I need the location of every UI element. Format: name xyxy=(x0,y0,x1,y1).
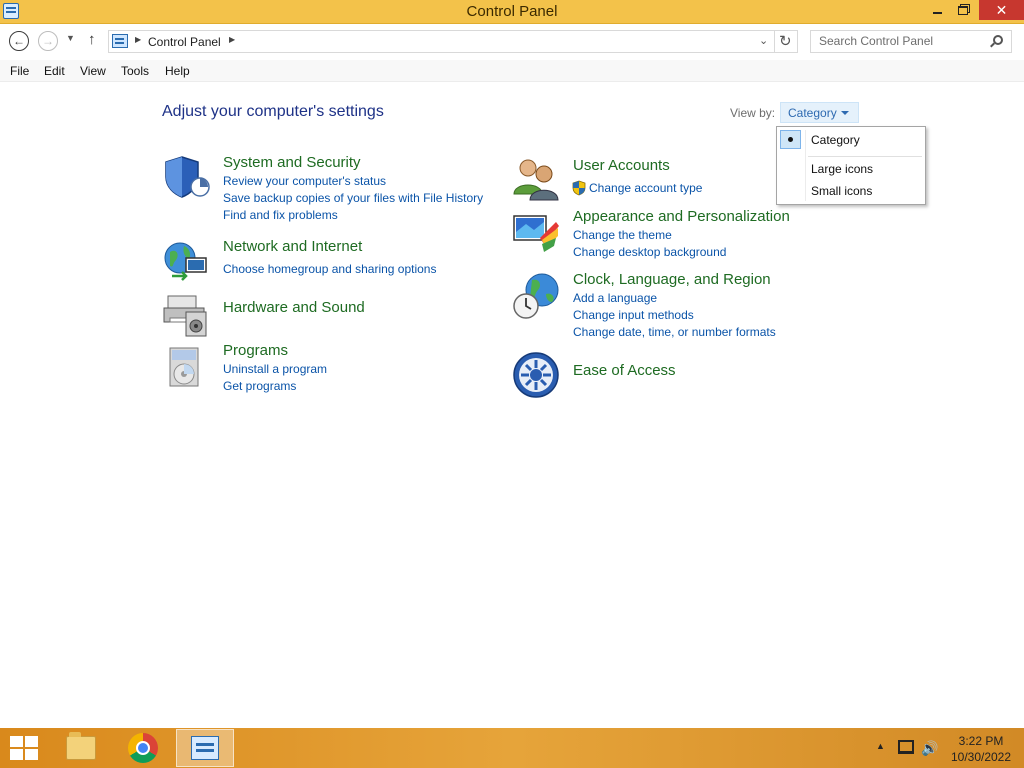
forward-button[interactable]: → xyxy=(38,31,58,51)
link-change-date-formats[interactable]: Change date, time, or number formats xyxy=(573,325,776,339)
user-accounts-icon[interactable] xyxy=(512,154,560,202)
network-status-icon[interactable] xyxy=(898,740,914,754)
appearance-palette-icon[interactable] xyxy=(512,210,560,258)
title-bar: Control Panel ✕ xyxy=(0,0,1024,24)
restore-icon xyxy=(958,5,968,15)
forward-arrow-icon: → xyxy=(42,34,54,48)
taskbar-file-explorer[interactable] xyxy=(52,729,110,767)
refresh-icon[interactable]: ↻ xyxy=(779,32,792,50)
address-field[interactable]: ▶ Control Panel ▶ ⌄ ↻ xyxy=(108,30,798,53)
category-appearance[interactable]: Appearance and Personalization xyxy=(573,208,790,225)
breadcrumb-control-panel[interactable]: Control Panel xyxy=(148,35,221,49)
category-system-security[interactable]: System and Security xyxy=(223,154,361,171)
windows-logo-icon xyxy=(10,736,23,747)
dropdown-caret-icon xyxy=(841,111,849,115)
address-dropdown-chevron-icon[interactable]: ⌄ xyxy=(759,34,768,47)
link-get-programs[interactable]: Get programs xyxy=(223,379,296,393)
view-by-label: View by: xyxy=(730,106,776,120)
page-heading: Adjust your computer's settings xyxy=(162,103,384,120)
address-divider xyxy=(774,31,775,52)
category-hardware-sound[interactable]: Hardware and Sound xyxy=(223,299,365,316)
link-desktop-background[interactable]: Change desktop background xyxy=(573,245,726,259)
control-panel-icon xyxy=(191,736,219,760)
view-by-menu: Category Large icons Small icons xyxy=(776,126,926,205)
show-hidden-icons-icon[interactable]: ▲ xyxy=(876,741,885,768)
search-icon[interactable] xyxy=(993,35,1003,45)
menu-separator xyxy=(808,156,922,157)
link-homegroup-sharing[interactable]: Choose homegroup and sharing options xyxy=(223,262,436,276)
link-file-history[interactable]: Save backup copies of your files with Fi… xyxy=(223,191,483,205)
folder-icon xyxy=(66,732,96,760)
category-network-internet[interactable]: Network and Internet xyxy=(223,238,362,255)
taskbar-control-panel[interactable] xyxy=(176,729,234,767)
address-bar-row: ← → ▼ ↑ ▶ Control Panel ▶ ⌄ ↻ xyxy=(0,24,1024,60)
programs-icon[interactable] xyxy=(162,342,210,390)
shield-icon[interactable] xyxy=(162,153,210,201)
taskbar-chrome[interactable] xyxy=(114,729,172,767)
taskbar: ▲ 🔊 3:22 PM 10/30/2022 xyxy=(0,728,1024,768)
category-programs[interactable]: Programs xyxy=(223,342,288,359)
restore-button[interactable] xyxy=(950,0,976,20)
breadcrumb-separator-icon[interactable]: ▶ xyxy=(135,35,141,44)
search-input[interactable] xyxy=(811,31,981,51)
menu-gutter xyxy=(805,130,806,201)
category-user-accounts[interactable]: User Accounts xyxy=(573,157,670,174)
chrome-icon xyxy=(128,733,158,763)
view-option-large-icons[interactable]: Large icons xyxy=(811,162,873,176)
clock-time: 3:22 PM xyxy=(958,734,1004,748)
view-by-value: Category xyxy=(788,106,837,120)
control-panel-icon xyxy=(112,34,128,48)
up-arrow-icon[interactable]: ↑ xyxy=(88,31,96,48)
link-find-fix-problems[interactable]: Find and fix problems xyxy=(223,208,338,222)
breadcrumb-separator-icon[interactable]: ▶ xyxy=(229,35,235,44)
view-by-dropdown[interactable]: Category xyxy=(780,102,859,123)
category-clock-region[interactable]: Clock, Language, and Region xyxy=(573,271,771,288)
start-button[interactable] xyxy=(10,736,40,762)
ease-of-access-icon[interactable] xyxy=(512,351,560,399)
network-globe-icon[interactable] xyxy=(162,238,210,286)
search-box[interactable] xyxy=(810,30,1012,53)
view-option-category[interactable]: Category xyxy=(811,133,860,147)
recent-locations-chevron-icon[interactable]: ▼ xyxy=(66,33,75,43)
selected-radio-icon xyxy=(780,130,801,149)
close-button[interactable]: ✕ xyxy=(979,0,1024,20)
menu-bar: File Edit View Tools Help xyxy=(0,60,1024,82)
windows-logo-icon xyxy=(25,736,38,747)
minimize-icon xyxy=(932,12,942,14)
view-option-small-icons[interactable]: Small icons xyxy=(811,184,872,198)
menu-help[interactable]: Help xyxy=(165,64,190,78)
volume-icon[interactable]: 🔊 xyxy=(921,740,938,768)
link-change-input-methods[interactable]: Change input methods xyxy=(573,308,694,322)
printer-speaker-icon[interactable] xyxy=(162,290,210,338)
link-change-theme[interactable]: Change the theme xyxy=(573,228,672,242)
windows-logo-icon xyxy=(10,749,23,760)
link-uninstall-program[interactable]: Uninstall a program xyxy=(223,362,327,376)
link-change-account-type[interactable]: Change account type xyxy=(589,181,702,195)
menu-edit[interactable]: Edit xyxy=(44,64,65,78)
uac-shield-icon xyxy=(572,180,586,196)
menu-view[interactable]: View xyxy=(80,64,106,78)
back-button[interactable]: ← xyxy=(9,31,29,51)
link-add-language[interactable]: Add a language xyxy=(573,291,657,305)
link-review-status[interactable]: Review your computer's status xyxy=(223,174,386,188)
window-title: Control Panel xyxy=(466,3,558,20)
close-icon: ✕ xyxy=(995,1,1008,18)
clock-globe-icon[interactable] xyxy=(512,272,560,320)
category-ease-access[interactable]: Ease of Access xyxy=(573,362,676,379)
menu-tools[interactable]: Tools xyxy=(121,64,149,78)
back-arrow-icon: ← xyxy=(13,34,25,48)
clock-date: 10/30/2022 xyxy=(950,750,1012,764)
windows-logo-icon xyxy=(25,749,38,760)
taskbar-clock[interactable]: 3:22 PM 10/30/2022 xyxy=(948,733,1014,765)
menu-file[interactable]: File xyxy=(10,64,29,78)
minimize-button[interactable] xyxy=(924,0,950,20)
